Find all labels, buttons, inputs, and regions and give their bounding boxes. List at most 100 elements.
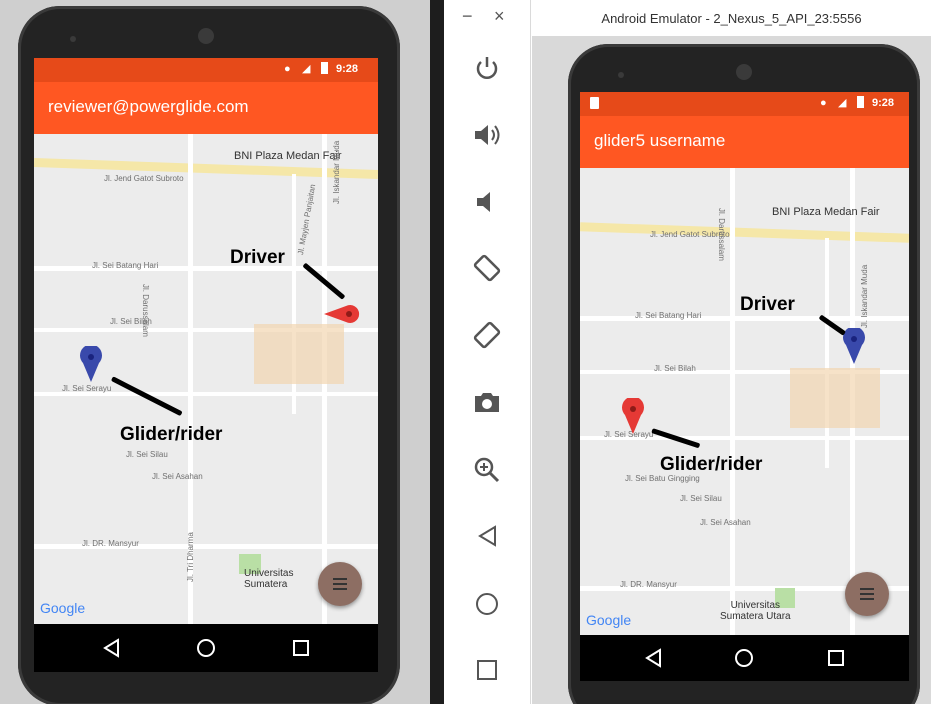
home-icon: [476, 593, 498, 615]
left-map[interactable]: BNI Plaza Medan Fair Jl. Jend Gatot Subr…: [34, 134, 378, 624]
street-label: Jl. Mayjen Panjaitan: [296, 183, 318, 256]
rotate-right-icon: [473, 321, 501, 349]
street-label: Jl. Sei Asahan: [700, 518, 751, 527]
zoom-button[interactable]: [467, 450, 507, 490]
street-label: Jl. Jend Gatot Subroto: [104, 174, 184, 183]
right-app-bar: glider5 username: [580, 116, 909, 168]
location-icon: ●: [284, 63, 291, 75]
street-label: Jl. Sei Silau: [680, 494, 722, 503]
rider-arrow-line: [110, 376, 183, 417]
battery-icon: [857, 96, 864, 108]
window-title: Android Emulator - 2_Nexus_5_API_23:5556: [601, 10, 862, 26]
signal-icon: ◢: [302, 63, 311, 75]
back-icon: [478, 525, 496, 547]
toolbar-back-button[interactable]: [467, 516, 507, 556]
street-label: Jl. Darussalam: [717, 208, 726, 261]
driver-annotation: Driver: [740, 294, 795, 315]
road-gatot-subroto: [580, 222, 909, 243]
volume-up-icon: [475, 125, 500, 145]
right-nav-bar: [580, 635, 909, 681]
left-device-screen: ● ◢ 9:28 reviewer@powerglide.com BNI Pla…: [34, 58, 378, 624]
street-label: Jl. Sei Serayu: [62, 384, 112, 393]
overview-icon[interactable]: [292, 639, 310, 657]
menu-icon: [860, 588, 874, 600]
street-label: Jl. Darussalam: [141, 284, 150, 337]
district-area: [790, 368, 880, 428]
google-logo: Google: [586, 612, 632, 628]
right-emulator-window: Android Emulator - 2_Nexus_5_API_23:5556…: [532, 0, 931, 704]
toolbar-overview-button[interactable]: [467, 650, 507, 690]
street-label: Jl. Sei Batang Hari: [92, 261, 159, 270]
home-icon[interactable]: [196, 638, 216, 658]
poi-bni-plaza: BNI Plaza Medan Fair: [772, 206, 880, 218]
rider-annotation: Glider/rider: [660, 454, 763, 475]
volume-down-button[interactable]: [467, 182, 507, 222]
power-icon: [476, 57, 498, 79]
rotate-left-icon: [473, 254, 501, 282]
right-sensor: [618, 72, 624, 78]
back-icon[interactable]: [102, 638, 120, 658]
google-logo: Google: [40, 600, 86, 616]
sd-card-icon: [590, 97, 599, 109]
road-mayjen: [825, 238, 829, 468]
left-app-bar: reviewer@powerglide.com: [34, 82, 378, 134]
window-title-bar: Android Emulator - 2_Nexus_5_API_23:5556: [532, 0, 931, 36]
district-area: [254, 324, 344, 384]
status-time: 9:28: [872, 97, 895, 109]
volume-down-icon: [477, 192, 490, 212]
menu-fab[interactable]: [845, 572, 889, 616]
left-emulator-window: ● ◢ 9:28 reviewer@powerglide.com BNI Pla…: [0, 0, 430, 704]
street-label: Jl. Iskandar Muda: [860, 264, 869, 328]
poi-univ: Universitas Sumatera Utara: [720, 600, 791, 622]
menu-icon: [333, 578, 347, 590]
street-label: Jl. Sei Asahan: [152, 472, 203, 481]
back-icon[interactable]: [644, 648, 662, 668]
toolbar-home-button[interactable]: [467, 584, 507, 624]
rotate-right-button[interactable]: [467, 315, 507, 355]
rider-pin-icon[interactable]: [622, 398, 644, 434]
status-time: 9:28: [336, 63, 359, 75]
rider-annotation: Glider/rider: [120, 424, 223, 445]
home-icon[interactable]: [734, 648, 754, 668]
street-label: Jl. DR. Mansyur: [82, 539, 139, 548]
volume-up-button[interactable]: [467, 115, 507, 155]
right-front-camera: [736, 64, 752, 80]
menu-fab[interactable]: [318, 562, 362, 606]
left-status-bar: ● ◢ 9:28: [34, 58, 378, 82]
street-label: Jl. Sei Silau: [126, 450, 168, 459]
screenshot-button[interactable]: [467, 382, 507, 422]
minimize-button[interactable]: −: [462, 6, 473, 27]
rotate-left-button[interactable]: [467, 248, 507, 288]
road-darussalam: [730, 168, 735, 635]
camera-icon: [475, 393, 499, 412]
driver-pin-icon[interactable]: [843, 328, 865, 364]
rider-pin-icon[interactable]: [80, 346, 102, 382]
app-bar-title: glider5 username: [594, 131, 726, 150]
window-separator: [430, 0, 444, 704]
right-status-bar: ● ◢ 9:28: [580, 92, 909, 116]
street-label: Jl. Sei Bilah: [654, 364, 696, 373]
overview-icon[interactable]: [827, 649, 845, 667]
left-sensor: [70, 36, 76, 42]
street-label: Jl. Tri Dharma: [186, 532, 195, 582]
right-map[interactable]: BNI Plaza Medan Fair Jl. Jend Gatot Subr…: [580, 168, 909, 635]
street-label: Jl. Iskandar Muda: [332, 140, 341, 204]
battery-icon: [321, 62, 328, 74]
close-button[interactable]: ×: [494, 6, 505, 27]
left-nav-bar: [34, 624, 378, 672]
power-button[interactable]: [467, 48, 507, 88]
zoom-icon: [474, 457, 500, 483]
driver-annotation: Driver: [230, 247, 285, 268]
street-label: Jl. Sei Batang Hari: [635, 311, 702, 320]
location-icon: ●: [820, 97, 827, 109]
signal-icon: ◢: [838, 97, 847, 109]
left-front-camera: [198, 28, 214, 44]
driver-pin-icon[interactable]: [322, 302, 362, 326]
poi-univ: Universitas Sumatera: [244, 568, 294, 590]
street-label: Jl. DR. Mansyur: [620, 580, 677, 589]
poi-bni-plaza: BNI Plaza Medan Fair: [234, 150, 342, 162]
app-bar-title: reviewer@powerglide.com: [48, 97, 249, 116]
emulator-toolbar: − ×: [444, 0, 531, 704]
overview-icon: [477, 660, 497, 680]
right-device-screen: ● ◢ 9:28 glider5 username BNI Plaza Meda…: [580, 92, 909, 635]
